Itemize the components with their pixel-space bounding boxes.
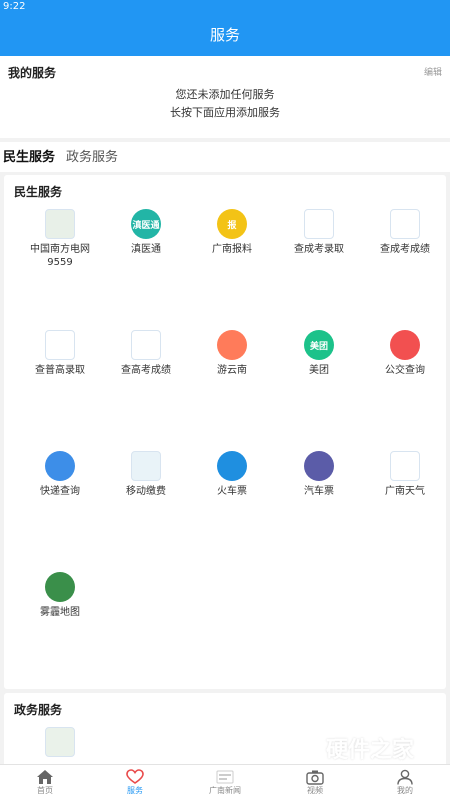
service-label: 查普高录取: [35, 365, 85, 376]
service-label: 汽车票: [304, 486, 334, 497]
status-bar: 9:22: [0, 0, 450, 14]
service-label: 广南天气: [385, 486, 425, 497]
nav-mine-label: 我的: [397, 786, 413, 795]
service-label: 雾霾地图: [40, 607, 80, 618]
service-label: 中国南方电网 9559: [30, 244, 90, 268]
empty-state-line-2: 长按下面应用添加服务: [170, 106, 280, 119]
score-sheet-icon: [390, 209, 420, 239]
service-item[interactable]: 美团 美团: [276, 330, 362, 416]
service-label: 滇医通: [131, 244, 161, 255]
service-label: 快递查询: [40, 486, 80, 497]
yunnan-medical-glyph: 滇医通: [132, 220, 160, 231]
service-item[interactable]: 中国南方电网 9559: [17, 209, 103, 295]
service-label: 公交查询: [385, 365, 425, 376]
service-item[interactable]: 查成考录取: [276, 209, 362, 295]
delivery-truck-icon: [45, 451, 75, 481]
nav-home-label: 首页: [37, 786, 53, 795]
my-services-section: 我的服务 编辑 您还未添加任何服务 长按下面应用添加服务: [0, 56, 450, 138]
service-item[interactable]: 雾霾地图: [17, 572, 103, 658]
person-icon: [397, 769, 413, 785]
power-grid-icon: [45, 209, 75, 239]
service-item[interactable]: 查成考成绩: [362, 209, 448, 295]
service-item[interactable]: 公交查询: [362, 330, 448, 416]
government-title: 政务服务: [14, 703, 63, 717]
bus-icon: [390, 330, 420, 360]
document-check-icon: [45, 330, 75, 360]
meituan-glyph: 美团: [309, 341, 328, 352]
nav-services-label: 服务: [127, 786, 143, 795]
service-item[interactable]: 移动缴费: [103, 451, 189, 537]
tab-livelihood[interactable]: 民生服务: [3, 146, 55, 165]
yunnan-medical-icon: 滇医通: [131, 209, 161, 239]
tab-government[interactable]: 政务服务: [66, 146, 118, 165]
nav-news-label: 广南新闻: [209, 786, 241, 795]
nav-home[interactable]: 首页: [0, 765, 90, 800]
service-label: 查高考成绩: [121, 365, 171, 376]
service-label: 查成考成绩: [380, 244, 430, 255]
nav-video-label: 视频: [307, 786, 323, 795]
service-item[interactable]: 查普高录取: [17, 330, 103, 416]
livelihood-card: 民生服务 中国南方电网 9559 滇医通 滇医通报广南报料 查成考录取 查成考成绩 查普高…: [4, 175, 446, 689]
service-tabs: 民生服务 政务服务: [0, 142, 450, 172]
travel-yunnan-icon: [217, 330, 247, 360]
service-label: 移动缴费: [126, 486, 166, 497]
service-label: 火车票: [217, 486, 247, 497]
home-icon: [37, 770, 53, 784]
meituan-icon: 美团: [304, 330, 334, 360]
service-label: 广南报料: [212, 244, 252, 255]
nav-services[interactable]: 服务: [90, 765, 180, 800]
service-item[interactable]: 广南天气: [362, 451, 448, 537]
nav-mine[interactable]: 我的: [360, 765, 450, 800]
service-item[interactable]: 汽车票: [276, 451, 362, 537]
news-icon: [216, 770, 234, 784]
service-label: 游云南: [217, 365, 247, 376]
weather-icon: [390, 451, 420, 481]
empty-state: 您还未添加任何服务 长按下面应用添加服务: [0, 86, 450, 122]
train-icon: [217, 451, 247, 481]
livelihood-title: 民生服务: [14, 185, 63, 199]
service-item[interactable]: 火车票: [189, 451, 275, 537]
service-item[interactable]: 游云南: [189, 330, 275, 416]
nav-video[interactable]: 视频: [270, 765, 360, 800]
service-item[interactable]: 查高考成绩: [103, 330, 189, 416]
bottom-nav: 首页 服务 广南新闻 视频 我的: [0, 764, 450, 800]
heart-icon: [126, 769, 144, 784]
camera-icon: [306, 770, 324, 785]
news-tip-glyph: 报: [227, 220, 237, 231]
my-services-title: 我的服务: [8, 66, 57, 80]
government-emblem-icon: [45, 727, 75, 757]
smog-map-icon: [45, 572, 75, 602]
score-sheet-icon: [131, 330, 161, 360]
news-tip-icon: 报: [217, 209, 247, 239]
app-bar: 服务: [0, 14, 450, 56]
edit-button[interactable]: 编辑: [424, 65, 442, 78]
status-time: 9:22: [3, 1, 26, 12]
service-item[interactable]: 滇医通 滇医通: [103, 209, 189, 295]
service-item[interactable]: 报广南报料: [189, 209, 275, 295]
service-label: 查成考录取: [294, 244, 344, 255]
empty-state-line-1: 您还未添加任何服务: [175, 88, 275, 101]
service-item[interactable]: 快递查询: [17, 451, 103, 537]
service-label: 美团: [309, 365, 329, 376]
page-title: 服务: [209, 26, 240, 44]
nav-news[interactable]: 广南新闻: [180, 765, 270, 800]
china-mobile-icon: [131, 451, 161, 481]
coach-bus-icon: [304, 451, 334, 481]
document-check-icon: [304, 209, 334, 239]
